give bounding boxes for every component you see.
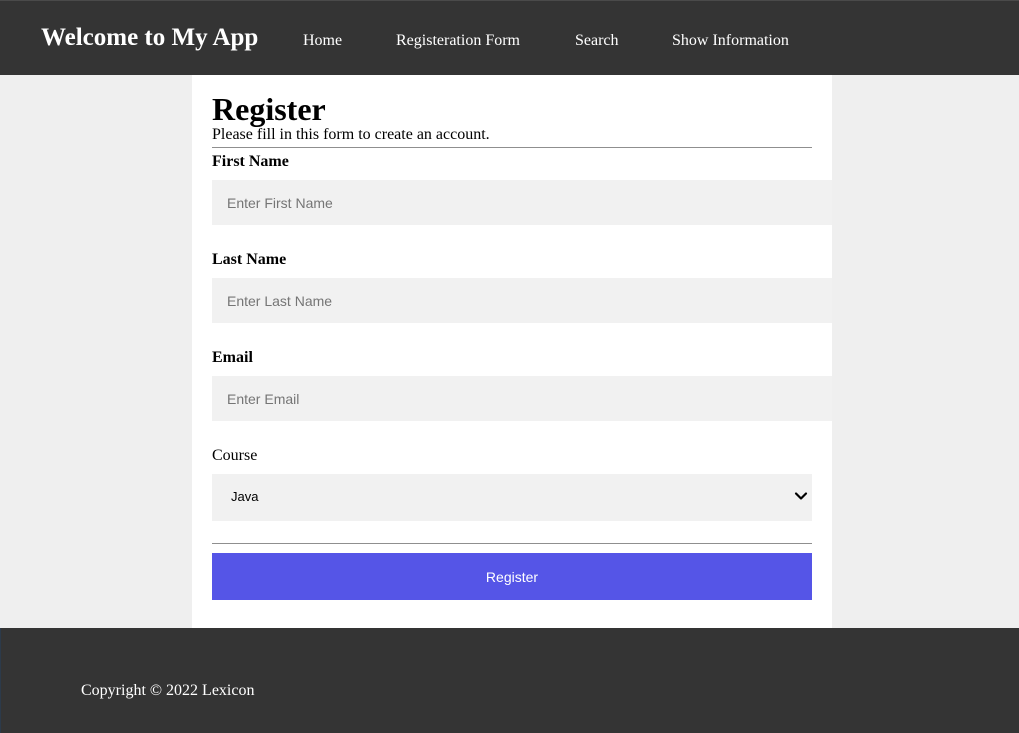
top-divider bbox=[212, 147, 812, 148]
chevron-down-icon bbox=[794, 492, 808, 500]
form-subtitle: Please fill in this form to create an ac… bbox=[212, 126, 490, 143]
course-selected-value: Java bbox=[231, 489, 259, 504]
bottom-divider bbox=[212, 543, 812, 544]
email-input[interactable] bbox=[212, 376, 832, 421]
first-name-label: First Name bbox=[212, 153, 289, 170]
copyright-text: Copyright © 2022 Lexicon bbox=[81, 682, 255, 699]
email-label: Email bbox=[212, 349, 253, 366]
course-label: Course bbox=[212, 447, 258, 464]
page-title: Register bbox=[212, 91, 326, 127]
app-brand: Welcome to My App bbox=[41, 24, 259, 51]
nav-link-registration-form[interactable]: Registeration Form bbox=[396, 32, 520, 50]
register-form-card: Register Please fill in this form to cre… bbox=[192, 75, 832, 628]
nav-link-home[interactable]: Home bbox=[303, 32, 342, 50]
last-name-label: Last Name bbox=[212, 251, 287, 268]
last-name-input[interactable] bbox=[212, 278, 832, 323]
top-navbar: Welcome to My App Home Registeration For… bbox=[0, 0, 1019, 75]
footer: Copyright © 2022 Lexicon bbox=[0, 628, 1019, 733]
first-name-input[interactable] bbox=[212, 180, 832, 225]
course-select[interactable]: Java bbox=[212, 474, 812, 521]
nav-link-search[interactable]: Search bbox=[575, 32, 619, 50]
nav-link-show-information[interactable]: Show Information bbox=[672, 32, 789, 50]
register-button[interactable]: Register bbox=[212, 553, 812, 600]
